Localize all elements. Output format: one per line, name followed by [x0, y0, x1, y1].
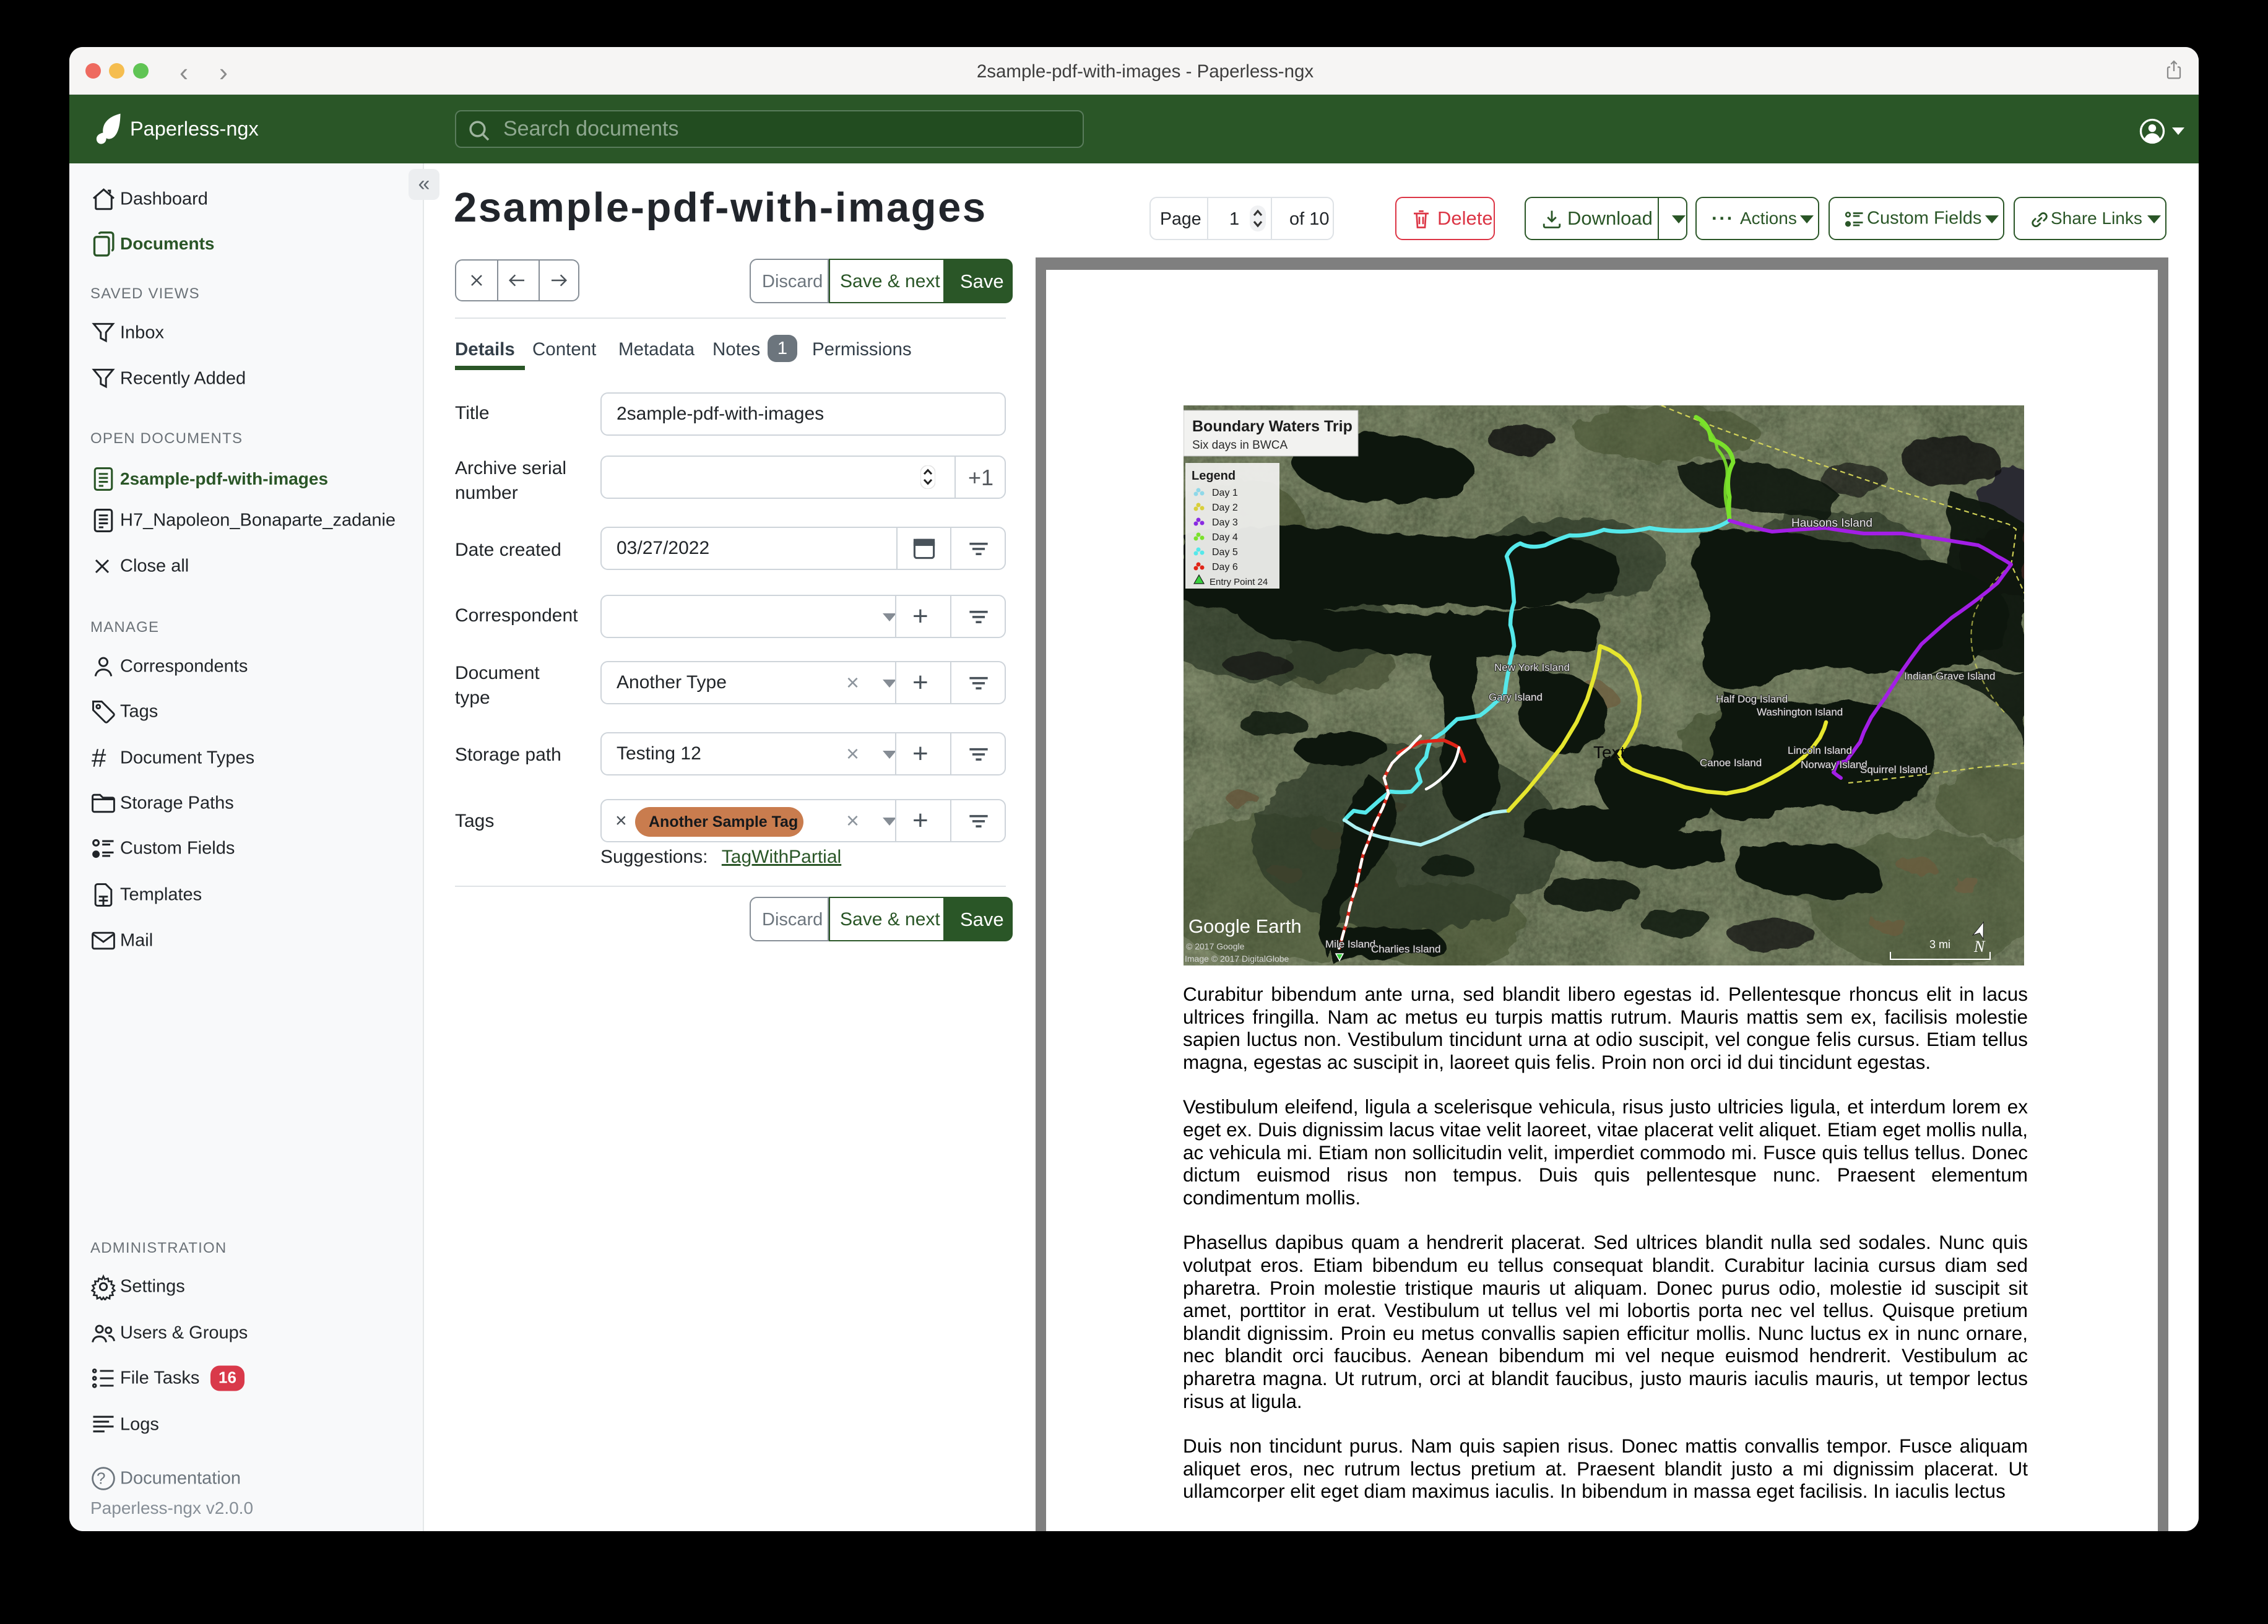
svg-text:Text: Text [1593, 743, 1625, 762]
svg-text:3 mi: 3 mi [1929, 938, 1950, 951]
svg-text:© 2017 Google: © 2017 Google [1186, 941, 1245, 951]
svg-text:Entry Point 24: Entry Point 24 [1210, 577, 1268, 587]
svg-text:Indian Grave Island: Indian Grave Island [1904, 670, 1995, 682]
svg-text:Mile Island: Mile Island [1325, 938, 1375, 950]
svg-text:Gary Island: Gary Island [1489, 691, 1543, 703]
svg-text:Boundary Waters Trip: Boundary Waters Trip [1192, 418, 1353, 435]
svg-text:Day 2: Day 2 [1212, 503, 1238, 513]
svg-text:Charlies Island: Charlies Island [1371, 943, 1440, 955]
svg-text:N: N [1973, 938, 1986, 956]
svg-text:Day 4: Day 4 [1212, 532, 1238, 543]
svg-text:Six days in BWCA: Six days in BWCA [1192, 439, 1288, 452]
svg-text:Canoe Island: Canoe Island [1700, 757, 1762, 769]
svg-text:Legend: Legend [1192, 469, 1236, 483]
svg-text:Squirrel Island: Squirrel Island [1860, 764, 1928, 775]
svg-text:Lincoln Island: Lincoln Island [1788, 745, 1852, 756]
svg-text:Google Earth: Google Earth [1188, 915, 1302, 937]
svg-text:New York Island: New York Island [1494, 662, 1570, 673]
svg-text:Image © 2017 DigitalGlobe: Image © 2017 DigitalGlobe [1185, 954, 1289, 964]
svg-text:Norway Island: Norway Island [1801, 759, 1868, 771]
svg-text:Day 1: Day 1 [1212, 488, 1238, 498]
svg-text:Half Dog Island: Half Dog Island [1716, 693, 1788, 705]
svg-text:Washington Island: Washington Island [1757, 706, 1843, 718]
svg-text:Day 5: Day 5 [1212, 547, 1238, 558]
svg-text:Day 3: Day 3 [1212, 517, 1238, 528]
svg-text:Day 6: Day 6 [1212, 562, 1238, 572]
svg-text:Hausons Island: Hausons Island [1791, 517, 1872, 530]
